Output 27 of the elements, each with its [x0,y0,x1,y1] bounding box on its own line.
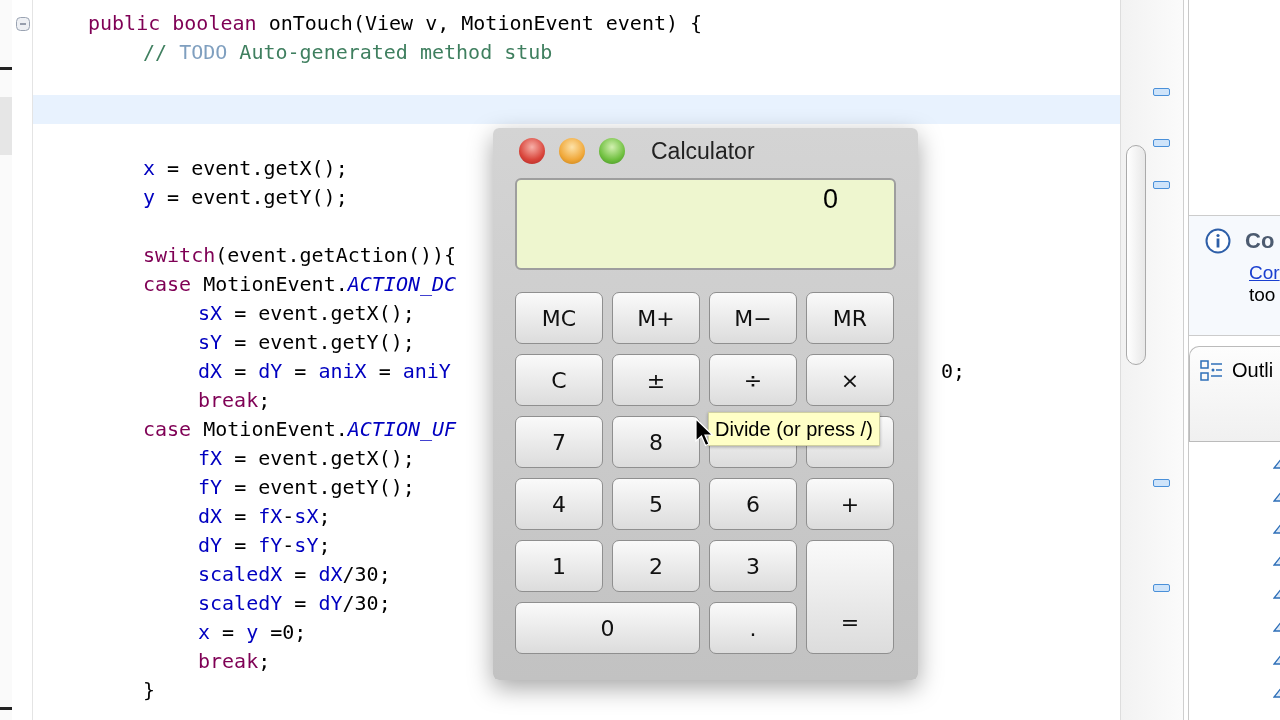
code-line: scaledY = dY/30; [197,590,391,615]
code-line: y = event.getY(); [142,184,348,209]
code-line: case MotionEvent.ACTION_DC [142,271,457,296]
code-line: dY = fY-sY; [197,532,331,557]
panel-title: Co [1245,228,1275,254]
code-line: dX = fX-sX; [197,503,331,528]
code-line: break; [197,648,271,673]
code-line: // TODO Auto-generated method stub [142,39,553,64]
code-line: sX = event.getX(); [197,300,415,325]
outline-title: Outli [1232,359,1274,382]
panel-text: too [1249,284,1277,306]
code-line: case MotionEvent.ACTION_UF [142,416,457,441]
code-line: fY = event.getY(); [197,474,415,499]
window-title: Calculator [651,137,755,165]
code-fragment: 0; [940,358,965,383]
code-line: dX = dY = aniX = aniY [197,358,451,383]
code-line: switch(event.getAction()){ [142,242,457,267]
display-value: 0 [822,184,838,215]
code-line: break; [197,387,271,412]
code-line: fX = event.getX(); [197,445,415,470]
code-line: sY = event.getY(); [197,329,415,354]
code-line: public boolean onTouch(View v, MotionEvent event) { [87,10,703,35]
code-line: x = event.getX(); [142,155,348,180]
code-line: } [142,677,156,702]
code-line: scaledX = dX/30; [197,561,391,586]
tooltip: Divide (or press /) [708,412,880,446]
code-line: x = y =0; [197,619,307,644]
